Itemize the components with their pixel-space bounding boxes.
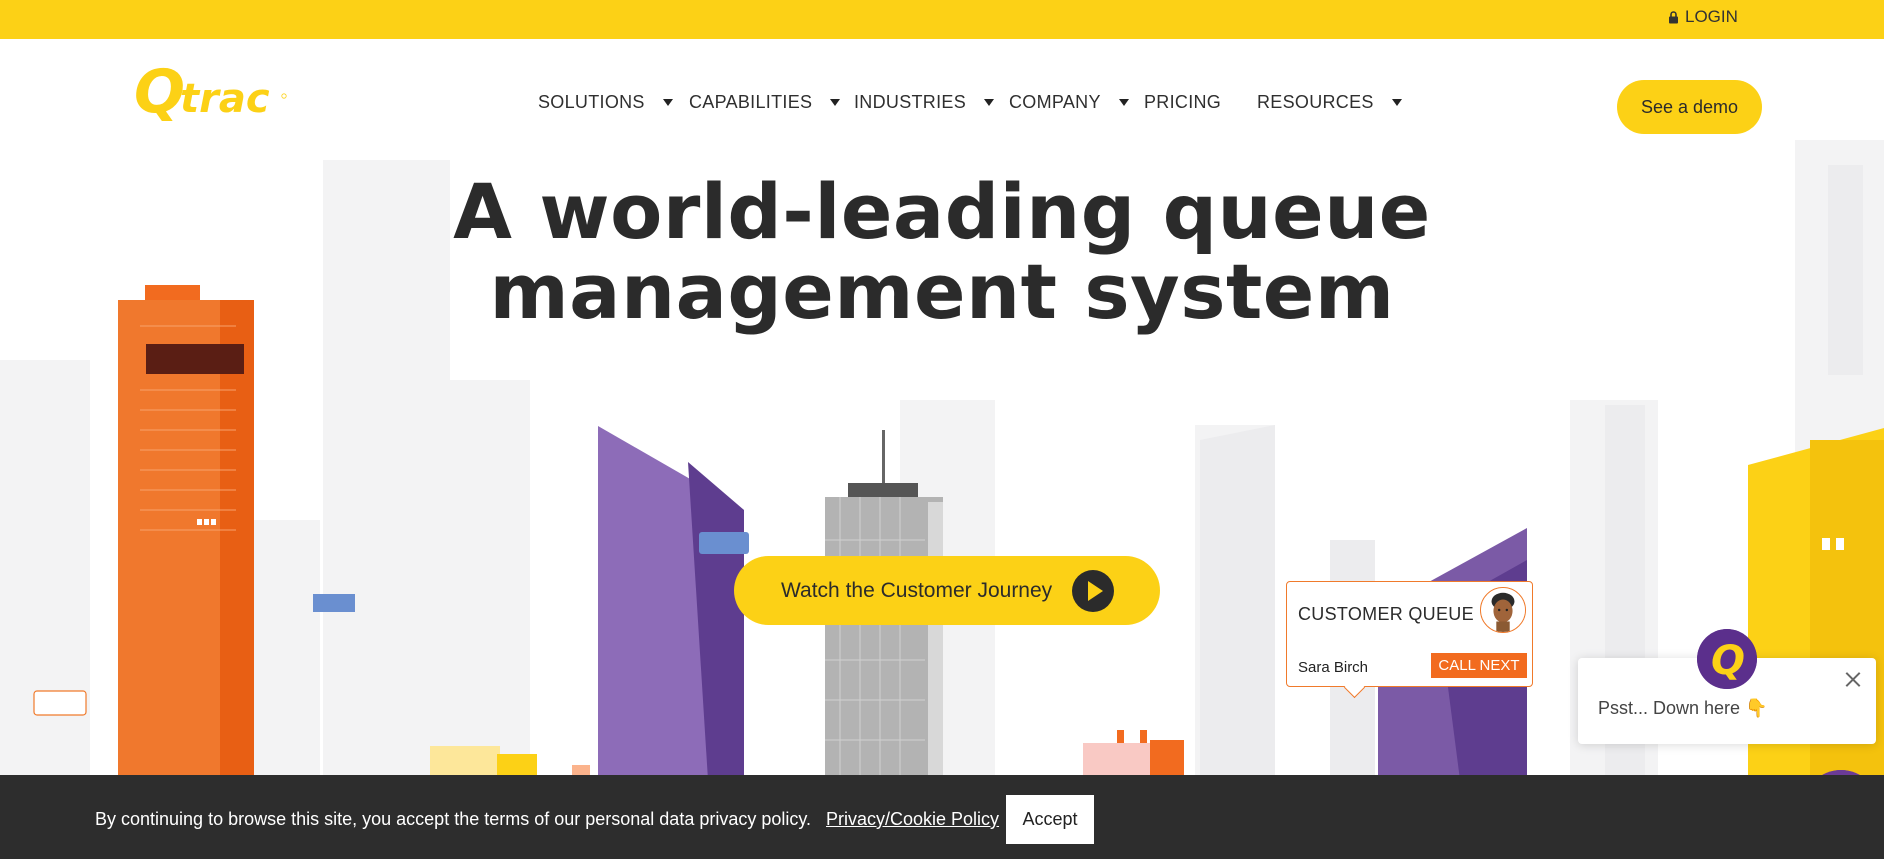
close-icon[interactable]: [1844, 670, 1862, 688]
hero-title: A world-leading queue management system: [0, 172, 1884, 332]
svg-text:trac: trac: [180, 76, 270, 122]
play-icon: [1072, 570, 1114, 612]
chevron-down-icon: [1118, 99, 1129, 106]
see-demo-button[interactable]: See a demo: [1617, 80, 1762, 134]
nav-label: SOLUTIONS: [538, 92, 645, 112]
cookie-bar: By continuing to browse this site, you a…: [0, 775, 1884, 859]
nav-item-industries[interactable]: INDUSTRIES: [854, 92, 995, 113]
login-label: LOGIN: [1685, 7, 1738, 26]
nav-label: INDUSTRIES: [854, 92, 967, 112]
nav-label: PRICING: [1144, 92, 1222, 112]
chevron-down-icon: [830, 99, 841, 106]
chevron-down-icon: [984, 99, 995, 106]
svg-text:Q: Q: [1711, 638, 1745, 684]
lock-icon: [1669, 10, 1678, 23]
hero-title-line2: management system: [489, 247, 1395, 336]
nav-item-solutions[interactable]: SOLUTIONS: [538, 92, 673, 113]
nav-item-pricing[interactable]: PRICING: [1144, 92, 1221, 113]
chevron-down-icon: [1391, 99, 1402, 106]
svg-text:Q: Q: [134, 60, 185, 127]
nav-item-company[interactable]: COMPANY: [1009, 92, 1129, 113]
chat-message: Psst... Down here 👇: [1598, 698, 1768, 718]
call-next-button[interactable]: CALL NEXT: [1431, 653, 1527, 678]
top-bar: LOGIN: [0, 0, 1884, 39]
nav-item-capabilities[interactable]: CAPABILITIES: [689, 92, 841, 113]
chevron-down-icon: [662, 99, 673, 106]
customer-queue-card: CUSTOMER QUEUE Sara Birch CALL NEXT: [1286, 581, 1533, 687]
customer-name: Sara Birch: [1298, 659, 1369, 676]
nav-label: RESOURCES: [1257, 92, 1374, 112]
privacy-policy-link[interactable]: Privacy/Cookie Policy: [826, 809, 999, 830]
queue-title: CUSTOMER QUEUE: [1298, 604, 1474, 624]
nav-label: CAPABILITIES: [689, 92, 813, 112]
cookie-text: By continuing to browse this site, you a…: [95, 809, 812, 829]
hero-title-line1: A world-leading queue: [453, 167, 1431, 256]
qtrac-logo[interactable]: Q trac: [134, 60, 290, 130]
login-link[interactable]: LOGIN: [1668, 6, 1738, 28]
avatar: [1480, 587, 1526, 633]
nav-item-resources[interactable]: RESOURCES: [1257, 92, 1402, 113]
nav-label: COMPANY: [1009, 92, 1101, 112]
watch-label: Watch the Customer Journey: [781, 578, 1053, 602]
accept-button[interactable]: Accept: [1006, 795, 1094, 844]
page: LOGIN Q trac SOLUTIONS CAPABILITIES INDU…: [0, 0, 1884, 859]
watch-customer-journey-button[interactable]: Watch the Customer Journey: [734, 556, 1160, 625]
qtrac-chat-logo-icon: Q: [1697, 629, 1757, 689]
